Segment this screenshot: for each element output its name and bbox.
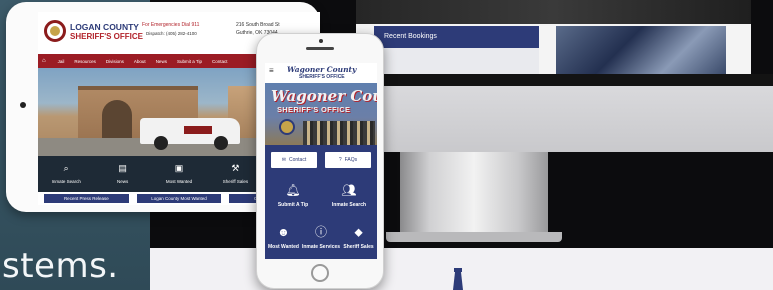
tile-sheriff-sales[interactable]: ⬥ Sheriff Sales (340, 217, 377, 259)
tile-label: Sheriff Sales (343, 244, 374, 250)
desktop-photo (556, 26, 726, 74)
tablet-camera (20, 102, 26, 108)
monitor-chin (340, 86, 773, 152)
nav-item-divisions[interactable]: Divisions (106, 59, 124, 64)
tile-label: Inmate Search (331, 202, 367, 208)
phone-hero-image: Wagoner County SHERIFF'S OFFICE (265, 83, 377, 145)
phone-service-grid: 🔔︎ Submit A Tip 👥︎ Inmate Search ☻ Most … (265, 175, 377, 259)
phone-service-row-1: 🔔︎ Submit A Tip 👥︎ Inmate Search (265, 175, 377, 217)
hero-subtitle: SHERIFF'S OFFICE (277, 105, 351, 114)
sheriff-office-name[interactable]: SHERIFF'S OFFICE (70, 32, 143, 41)
desktop-hero-image (356, 0, 751, 24)
quick-link-label: Sheriff Sales (222, 179, 249, 184)
tile-inmate-services[interactable]: ⓘ Inmate Services (302, 217, 340, 259)
gavel-icon: ⚒ (231, 163, 240, 173)
tile-label: Most Wanted (268, 244, 299, 250)
monitor-stand (400, 152, 548, 238)
faqs-button[interactable]: ? FAQs (325, 152, 371, 168)
recent-bookings-panel (374, 48, 539, 74)
county-seal-icon (44, 20, 66, 42)
tile-inmate-search[interactable]: 👥︎ Inmate Search (321, 184, 377, 208)
quick-link-most-wanted[interactable]: ▣ Most Wanted (151, 156, 207, 192)
nav-item-jail[interactable]: Jail (58, 59, 65, 64)
phone-device: ≡ Wagoner County SHERIFF'S OFFICE Wagone… (256, 33, 384, 289)
users-icon: 👥︎ (341, 183, 357, 197)
phone-speaker (306, 47, 334, 50)
nav-item-contact[interactable]: Contact (212, 59, 228, 64)
quick-link-inmate-search[interactable]: ⌕ Inmate Search (38, 156, 94, 192)
desktop-content: Recent Bookings (356, 24, 751, 74)
user-search-icon: ☻ (277, 225, 290, 239)
quick-link-label: Most Wanted (165, 179, 193, 184)
most-wanted-button[interactable]: Logan County Most Wanted (136, 194, 222, 203)
nav-item-submit-tip[interactable]: Submit a Tip (177, 59, 202, 64)
phone-home-button[interactable] (311, 264, 329, 282)
lighthouse-logo-icon (453, 268, 463, 290)
tile-label: Submit A Tip (277, 202, 309, 208)
envelope-icon: ✉ (281, 157, 286, 163)
phone-quick-buttons: ✉ Contact ? FAQs (265, 145, 377, 175)
phone-site-header: ≡ Wagoner County SHERIFF'S OFFICE (265, 63, 377, 83)
newspaper-icon: ▤ (118, 163, 127, 173)
desktop-screen: Recent Bookings (356, 0, 751, 74)
truck-wheel (214, 136, 228, 150)
id-card-icon: ▣ (174, 163, 184, 173)
tile-label: Inmate Services (301, 244, 341, 250)
tagline-text: stems. (2, 246, 119, 286)
nav-item-resources[interactable]: Resources (74, 59, 96, 64)
hero-title: Wagoner County (271, 87, 377, 105)
emergency-notice: For Emergencies Dial 911 (142, 22, 200, 28)
quick-link-label: Inmate Search (51, 179, 81, 184)
county-name[interactable]: LOGAN COUNTY (70, 22, 139, 32)
nav-item-news[interactable]: News (156, 59, 167, 64)
search-icon: ⌕ (63, 163, 69, 173)
address-line-1: 216 South Broad St (236, 22, 280, 28)
sheriff-badge-icon (279, 119, 295, 135)
home-icon[interactable]: ⌂ (42, 58, 46, 64)
phone-screen: ≡ Wagoner County SHERIFF'S OFFICE Wagone… (265, 63, 377, 259)
staff-photo (303, 121, 375, 145)
contact-button[interactable]: ✉ Contact (271, 152, 317, 168)
phone-site-title[interactable]: Wagoner County (287, 65, 356, 74)
bell-icon: 🔔︎ (285, 183, 301, 197)
recent-press-release-button[interactable]: Recent Press Release (44, 194, 129, 203)
tile-submit-tip[interactable]: 🔔︎ Submit A Tip (265, 184, 321, 208)
phone-camera (319, 39, 323, 43)
quick-link-label: News (116, 179, 129, 184)
building-arch (102, 100, 132, 138)
nav-item-about[interactable]: About (134, 59, 146, 64)
phone-site-subtitle: SHERIFF'S OFFICE (299, 74, 345, 80)
contact-label: Contact (288, 157, 307, 163)
recent-bookings-heading: Recent Bookings (374, 26, 539, 48)
question-icon: ? (338, 157, 342, 163)
truck-wheel (154, 136, 168, 150)
tag-icon: ⬥ (354, 225, 363, 239)
dispatch-phone[interactable]: Dispatch: (405) 282-4100 (146, 31, 197, 36)
monitor-foot (386, 232, 562, 242)
faqs-label: FAQs (344, 157, 358, 163)
quick-link-news[interactable]: ▤ News (94, 156, 150, 192)
hamburger-menu-icon[interactable]: ≡ (269, 67, 274, 75)
info-icon: ⓘ (314, 225, 327, 239)
tile-most-wanted[interactable]: ☻ Most Wanted (265, 217, 302, 259)
monitor-bezel (356, 74, 773, 86)
